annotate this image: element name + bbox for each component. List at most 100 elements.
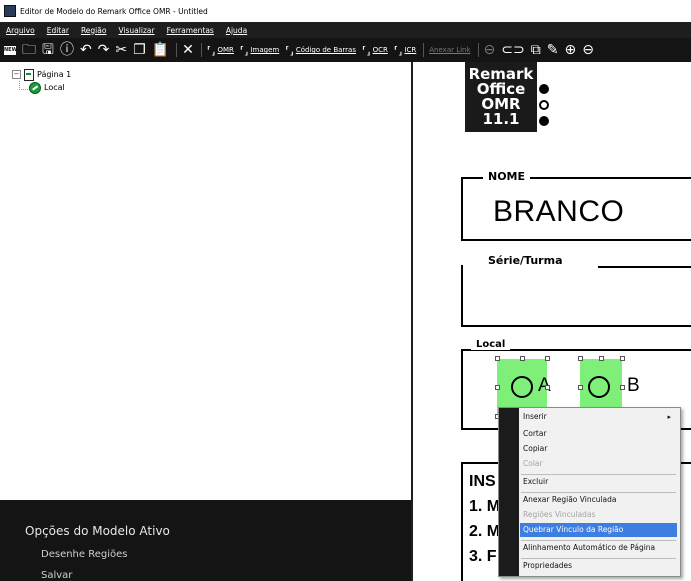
app-icon: [4, 5, 16, 17]
undo-button[interactable]: ↶: [80, 43, 92, 57]
link-button[interactable]: ⊖: [484, 43, 496, 57]
context-menu-icon-strip: [499, 408, 519, 576]
unlink-icon: ⊂⊃: [501, 42, 525, 58]
menu-bar: Arquivo Editar Região Visualizar Ferrame…: [0, 22, 691, 38]
new-icon: NEW: [4, 45, 18, 55]
ins-line-1: 1. M: [469, 498, 501, 515]
menu-item-propriedades[interactable]: Propriedades: [523, 559, 675, 573]
zoom-out-icon: ⊖: [582, 42, 594, 58]
save-button[interactable]: 🖫: [42, 43, 54, 57]
barcode-region-button[interactable]: ⸢⸥ Código de Barras: [285, 44, 356, 57]
resize-handle[interactable]: [578, 385, 583, 390]
link-icon: ⊖: [483, 42, 496, 58]
zoom-out-button[interactable]: ⊖: [582, 43, 594, 57]
region-bracket-icon: ⸢⸥: [393, 43, 403, 57]
menu-item-alinhamento[interactable]: Alinhamento Automático de Página: [523, 541, 675, 555]
unlink-button[interactable]: ⊂⊃: [501, 43, 524, 57]
resize-handle[interactable]: [545, 385, 550, 390]
menu-item-cortar[interactable]: Cortar: [523, 427, 675, 441]
toolbar-separator: [423, 43, 425, 57]
omr-region-icon: [29, 81, 41, 94]
region-context-menu: Inserir ▸ Cortar Copiar Colar Excluir Ane…: [498, 407, 681, 577]
menu-regiao[interactable]: Região: [81, 26, 107, 35]
toolbar-separator: [477, 43, 479, 57]
bubble-a: [511, 376, 533, 398]
menu-item-inserir[interactable]: Inserir ▸: [523, 410, 675, 424]
tree-region-label: Local: [44, 83, 65, 92]
resize-handle[interactable]: [599, 356, 604, 361]
local-label: Local: [471, 339, 511, 350]
window-title: Editor de Modelo do Remark Office OMR - …: [20, 6, 208, 16]
toolbar-separator: [200, 43, 202, 57]
open-folder-icon: 🗀: [22, 42, 36, 58]
cut-icon: ✂: [115, 42, 128, 58]
region-bracket-icon: ⸢⸥: [206, 43, 216, 57]
menu-item-regioes-vinculadas: Regiões Vinculadas: [523, 510, 596, 519]
delete-button[interactable]: ✕: [182, 43, 194, 57]
serie-field: Série/Turma: [461, 254, 691, 327]
redo-button[interactable]: ↷: [98, 43, 110, 57]
menu-item-excluir[interactable]: Excluir: [523, 475, 675, 489]
open-button[interactable]: 🗀: [22, 43, 36, 57]
delete-icon: ✕: [182, 42, 194, 58]
region-tree: − Página 1 Local: [12, 68, 71, 94]
menu-item-colar: Colar: [523, 459, 543, 468]
paste-icon: 📋: [151, 42, 170, 58]
logo-dot-filled: [539, 116, 549, 126]
resize-handle[interactable]: [495, 356, 500, 361]
page-icon: [24, 68, 34, 81]
tree-item-page[interactable]: − Página 1: [12, 68, 71, 81]
resize-handle[interactable]: [620, 356, 625, 361]
auto-align-icon: ⧉: [530, 42, 541, 58]
active-template-options: Opções do Modelo Ativo Desenhe Regiões S…: [0, 500, 411, 581]
draw-regions-link[interactable]: Desenhe Regiões: [41, 549, 127, 560]
zoom-in-button[interactable]: ⊕: [564, 43, 576, 57]
resize-handle[interactable]: [495, 385, 500, 390]
region-bracket-icon: ⸢⸥: [361, 43, 371, 57]
menu-arquivo[interactable]: Arquivo: [6, 26, 35, 35]
nome-label: NOME: [483, 170, 531, 183]
menu-item-quebrar-vinculo[interactable]: Quebrar Vínculo da Região: [520, 523, 677, 537]
remark-logo: Remark Office OMR 11.1: [465, 62, 537, 132]
copy-icon: ❐: [133, 42, 146, 58]
menu-item-anexar-regiao[interactable]: Anexar Região Vinculada: [523, 493, 675, 507]
region-bracket-icon: ⸢⸥: [239, 43, 249, 57]
tree-item-region[interactable]: Local: [29, 81, 71, 94]
logo-dot-empty: [539, 100, 549, 110]
copy-button[interactable]: ❐: [133, 43, 146, 57]
save-link[interactable]: Salvar: [41, 570, 72, 581]
menu-item-copiar[interactable]: Copiar: [523, 442, 675, 456]
pencil-button[interactable]: ✎: [547, 43, 559, 57]
pencil-icon: ✎: [546, 42, 559, 58]
save-icon: 🖫: [42, 42, 54, 58]
info-button[interactable]: ⓘ: [60, 43, 74, 57]
ins-heading: INS: [469, 473, 496, 490]
ocr-region-button[interactable]: ⸢⸥ OCR: [362, 44, 388, 57]
omr-region-button[interactable]: ⸢⸥ OMR: [207, 44, 234, 57]
paste-button[interactable]: 📋: [152, 43, 169, 57]
info-icon: ⓘ: [59, 42, 74, 58]
menu-visualizar[interactable]: Visualizar: [118, 26, 154, 35]
menu-ferramentas[interactable]: Ferramentas: [167, 26, 214, 35]
menu-editar[interactable]: Editar: [47, 26, 69, 35]
image-region-button[interactable]: ⸢⸥ Imagem: [240, 44, 279, 57]
menu-ajuda[interactable]: Ajuda: [226, 26, 247, 35]
options-title: Opções do Modelo Ativo: [25, 524, 170, 538]
collapse-icon[interactable]: −: [12, 70, 21, 79]
serie-label: Série/Turma: [483, 254, 568, 267]
cut-button[interactable]: ✂: [115, 43, 127, 57]
nome-value: BRANCO: [493, 195, 625, 228]
resize-handle[interactable]: [520, 356, 525, 361]
bubble-b: [588, 376, 610, 398]
icr-region-button[interactable]: ⸢⸥ ICR: [394, 44, 416, 57]
auto-align-button[interactable]: ⧉: [531, 43, 541, 57]
resize-handle[interactable]: [545, 356, 550, 361]
tree-page-label: Página 1: [37, 70, 72, 79]
region-bracket-icon: ⸢⸥: [285, 43, 294, 57]
resize-handle[interactable]: [578, 356, 583, 361]
new-button[interactable]: NEW: [4, 45, 18, 55]
attach-link-button[interactable]: Anexar Link: [429, 46, 470, 54]
toolbar: NEW 🗀 🖫 ⓘ ↶ ↷ ✂ ❐ 📋 ✕ ⸢⸥ OMR ⸢⸥ Imagem ⸢⸥ C…: [0, 38, 691, 62]
option-b-label: B: [627, 375, 640, 396]
resize-handle[interactable]: [620, 385, 625, 390]
